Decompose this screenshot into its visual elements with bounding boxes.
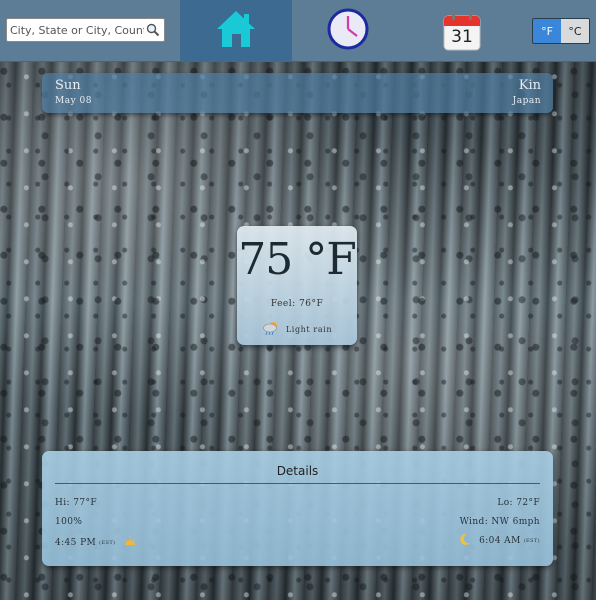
- sunset-row: 4:45 PM (EST): [55, 536, 136, 549]
- condition-row: Light rain: [237, 320, 357, 338]
- sun-icon: [124, 536, 136, 549]
- tab-hourly[interactable]: [292, 0, 404, 62]
- date-label: May 08: [55, 96, 92, 106]
- humidity: 100%: [55, 517, 83, 527]
- details-divider: [55, 483, 540, 484]
- current-temperature: 75 °F: [238, 234, 357, 285]
- clock-icon: [326, 7, 370, 55]
- tab-home[interactable]: [180, 0, 292, 62]
- tab-forecast[interactable]: 31: [406, 0, 518, 62]
- calendar-icon: 31: [442, 10, 482, 52]
- fahrenheit-button[interactable]: °F: [533, 19, 561, 43]
- sunrise-time: 6:04 AM: [479, 535, 521, 546]
- country-label: Japan: [512, 96, 541, 106]
- sunrise-row: 6:04 AM (EST): [459, 533, 540, 548]
- feels-like: Feel: 76°F: [270, 299, 324, 309]
- details-title: Details: [276, 464, 319, 478]
- sunrise-timezone: (EST): [523, 537, 540, 544]
- sunset-time: 4:45 PM: [55, 537, 97, 548]
- moon-icon: [459, 533, 471, 548]
- calendar-day: 31: [451, 27, 473, 47]
- current-conditions-card: 75 °F Feel: 76°F Light rain: [237, 226, 357, 345]
- rain-cloud-icon: [262, 320, 280, 338]
- celsius-button[interactable]: °C: [561, 19, 589, 43]
- condition-label: Light rain: [285, 324, 333, 334]
- search-input[interactable]: [10, 20, 144, 40]
- sunset-timezone: (EST): [99, 539, 116, 546]
- day-label: Sun: [55, 78, 81, 93]
- wind: Wind: NW 6mph: [459, 517, 540, 527]
- top-bar: 31 °F °C: [0, 0, 596, 62]
- low-temp: Lo: 72°F: [497, 498, 540, 508]
- home-icon: [215, 8, 257, 54]
- city-label: Kin: [518, 78, 541, 93]
- search-box[interactable]: [6, 18, 165, 42]
- details-card: Details Hi: 77°F Lo: 72°F 100% Wind: NW …: [42, 451, 553, 566]
- location-banner: Sun May 08 Kin Japan: [42, 73, 553, 113]
- high-temp: Hi: 77°F: [55, 498, 98, 508]
- unit-toggle[interactable]: °F °C: [532, 18, 590, 44]
- search-icon[interactable]: [144, 21, 162, 39]
